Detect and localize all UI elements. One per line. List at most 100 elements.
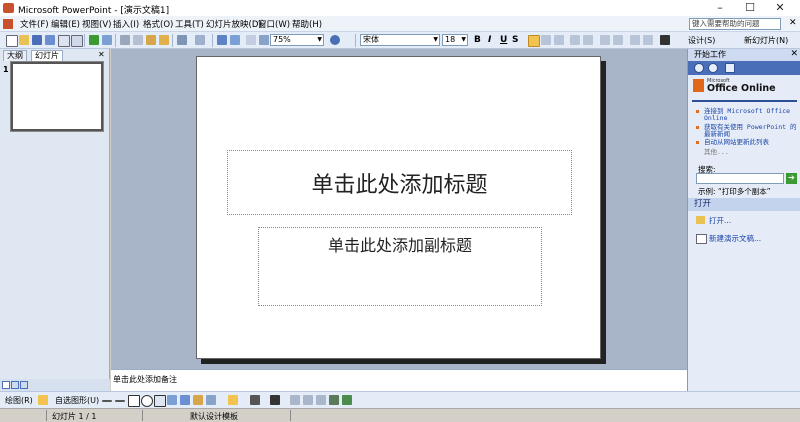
open-section-header: 打开 — [688, 198, 800, 211]
link-auto-update[interactable]: 自动从网站更新此列表 — [704, 139, 798, 146]
format-painter-icon[interactable] — [159, 35, 169, 45]
close-document-button[interactable]: ✕ — [789, 18, 797, 28]
paste-icon[interactable] — [146, 35, 156, 45]
font-color-draw-icon[interactable] — [270, 395, 280, 405]
align-center-icon[interactable] — [541, 35, 551, 45]
menu-file[interactable]: 文件(F) — [20, 18, 49, 30]
back-icon[interactable] — [694, 63, 704, 73]
link-more[interactable]: 其他... — [704, 149, 798, 156]
menu-view[interactable]: 视图(V) — [82, 18, 111, 30]
underline-button[interactable]: U — [500, 35, 507, 45]
task-pane-close-button[interactable]: ✕ — [790, 49, 798, 59]
increase-indent-icon[interactable] — [643, 35, 653, 45]
new-presentation-link[interactable]: 新建演示文稿... — [709, 233, 761, 244]
menu-format[interactable]: 格式(O) — [143, 18, 173, 30]
forward-icon[interactable] — [708, 63, 718, 73]
diagram-icon[interactable] — [180, 395, 190, 405]
zoom-select[interactable]: 75% ▼ — [270, 34, 324, 46]
print-preview-icon[interactable] — [71, 35, 83, 47]
tab-slides[interactable]: 幻灯片 — [31, 50, 63, 61]
bold-button[interactable]: B — [474, 35, 481, 45]
notes-pane[interactable]: 单击此处添加备注 — [111, 369, 687, 391]
close-pane-button[interactable]: ✕ — [98, 50, 105, 59]
clipart-icon[interactable] — [193, 395, 203, 405]
font-size-select[interactable]: 18 ▼ — [442, 34, 468, 46]
arrow-icon[interactable] — [115, 400, 125, 402]
undo-icon[interactable] — [177, 35, 187, 45]
spelling-icon[interactable] — [89, 35, 99, 45]
draw-menu-button[interactable]: 绘图(R) — [5, 395, 33, 406]
dash-style-icon[interactable] — [303, 395, 313, 405]
decrease-font-icon[interactable] — [613, 35, 623, 45]
new-icon[interactable] — [6, 35, 18, 47]
minimize-button[interactable]: – — [706, 0, 734, 16]
oval-icon[interactable] — [141, 395, 153, 407]
menu-insert[interactable]: 插入(I) — [113, 18, 139, 30]
3d-style-icon[interactable] — [342, 395, 352, 405]
numbering-icon[interactable] — [570, 35, 580, 45]
save-icon[interactable] — [32, 35, 42, 45]
shadow-style-icon[interactable] — [329, 395, 339, 405]
maximize-button[interactable]: ☐ — [736, 0, 764, 16]
increase-font-icon[interactable] — [600, 35, 610, 45]
menu-edit[interactable]: 编辑(E) — [51, 18, 80, 30]
font-name-select[interactable]: 宋体 ▼ — [360, 34, 440, 46]
menu-help[interactable]: 帮助(H) — [292, 18, 322, 30]
search-input[interactable] — [696, 173, 784, 184]
align-right-icon[interactable] — [554, 35, 564, 45]
cut-icon[interactable] — [120, 35, 130, 45]
slide-canvas[interactable]: 单击此处添加标题 单击此处添加副标题 — [196, 56, 601, 359]
help-question-input[interactable]: 键入需要帮助的问题 — [689, 18, 781, 30]
help-icon[interactable] — [330, 35, 340, 45]
slide-thumbnail[interactable] — [10, 61, 104, 132]
slideshow-icon[interactable] — [20, 381, 28, 389]
print-icon[interactable] — [58, 35, 70, 47]
home-icon[interactable] — [725, 63, 735, 73]
link-connect-office-online[interactable]: 连接到 Microsoft Office Online — [704, 108, 798, 122]
status-divider — [290, 410, 291, 421]
slide-sorter-icon[interactable] — [11, 381, 19, 389]
new-slide-button[interactable]: 新幻灯片(N) — [744, 35, 788, 46]
open-file-link[interactable]: 打开... — [709, 215, 731, 226]
insert-table-icon[interactable] — [230, 35, 240, 45]
redo-icon[interactable] — [195, 35, 205, 45]
bullets-icon[interactable] — [583, 35, 593, 45]
folder-icon — [696, 216, 705, 224]
chevron-down-icon: ▼ — [317, 36, 322, 43]
menu-tools[interactable]: 工具(T) — [175, 18, 204, 30]
title-placeholder[interactable]: 单击此处添加标题 — [227, 150, 572, 215]
rectangle-icon[interactable] — [128, 395, 140, 407]
task-pane-title: 开始工作 — [694, 50, 726, 59]
open-icon[interactable] — [19, 35, 29, 45]
shadow-button[interactable]: S — [512, 35, 518, 45]
link-latest-news[interactable]: 获取有关使用 PowerPoint 的最新新闻 — [704, 124, 798, 138]
textbox-icon[interactable] — [154, 395, 166, 407]
menu-slideshow[interactable]: 幻灯片放映(D) — [206, 18, 262, 30]
fill-color-icon[interactable] — [228, 395, 238, 405]
permission-icon[interactable] — [45, 35, 55, 45]
grid-icon[interactable] — [259, 35, 269, 45]
line-icon[interactable] — [102, 400, 112, 402]
normal-view-icon[interactable] — [2, 381, 10, 389]
decrease-indent-icon[interactable] — [630, 35, 640, 45]
italic-button[interactable]: I — [488, 35, 491, 45]
design-button[interactable]: 设计(S) — [688, 35, 715, 46]
insert-chart-icon[interactable] — [217, 35, 227, 45]
search-go-button[interactable]: ➔ — [786, 173, 797, 184]
menu-window[interactable]: 窗口(W) — [258, 18, 290, 30]
font-color-icon[interactable] — [660, 35, 670, 45]
wordart-icon[interactable] — [167, 395, 177, 405]
copy-icon[interactable] — [133, 35, 143, 45]
picture-icon[interactable] — [206, 395, 216, 405]
show-formatting-icon[interactable] — [246, 35, 256, 45]
research-icon[interactable] — [102, 35, 112, 45]
align-left-icon[interactable] — [528, 35, 540, 47]
select-objects-icon[interactable] — [38, 395, 48, 405]
close-window-button[interactable]: ✕ — [766, 0, 794, 16]
autoshapes-button[interactable]: 自选图形(U) — [55, 395, 99, 406]
subtitle-placeholder[interactable]: 单击此处添加副标题 — [258, 227, 542, 306]
arrow-style-icon[interactable] — [316, 395, 326, 405]
line-style-icon[interactable] — [290, 395, 300, 405]
line-color-icon[interactable] — [250, 395, 260, 405]
tab-outline[interactable]: 大纲 — [3, 50, 27, 61]
